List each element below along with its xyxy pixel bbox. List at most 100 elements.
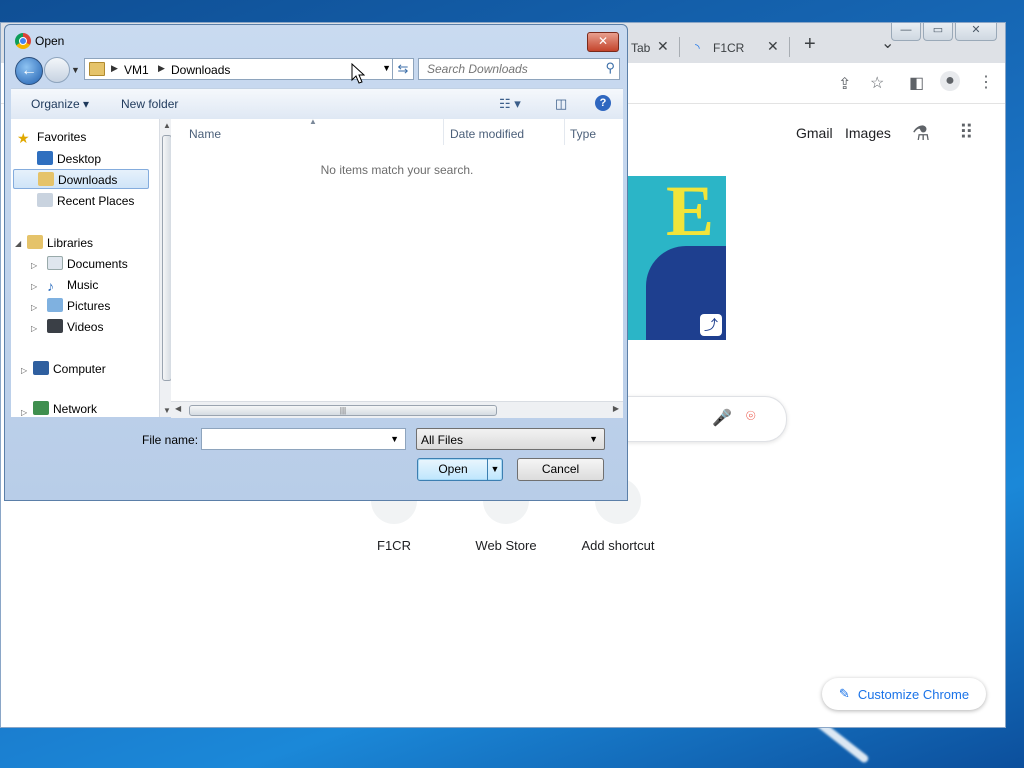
share-icon[interactable]: ⇪: [838, 74, 851, 94]
back-button[interactable]: ←: [15, 57, 43, 85]
cancel-button[interactable]: Cancel: [517, 458, 604, 481]
downloads-folder-icon: [38, 172, 54, 186]
nav-music[interactable]: ♪ Music: [47, 275, 98, 295]
organize-menu[interactable]: Organize ▾: [31, 97, 89, 111]
tab-separator: [679, 37, 680, 57]
nav-pictures[interactable]: Pictures: [47, 296, 110, 316]
bookmark-star-icon[interactable]: ☆: [870, 73, 884, 93]
desktop-icon: [37, 151, 53, 165]
file-name-label: File name:: [142, 433, 199, 447]
open-file-dialog: Open ✕ ← ▼ ▶ VM1 ▶ Downloads ▼ ⇆ ⚲ Organ…: [4, 24, 628, 501]
open-options-dropdown-icon[interactable]: ▼: [487, 459, 502, 480]
forward-button[interactable]: [44, 57, 70, 83]
tab-close-icon[interactable]: ✕: [657, 38, 669, 55]
nav-computer[interactable]: Computer: [33, 359, 106, 379]
labs-flask-icon[interactable]: ⚗: [912, 121, 930, 146]
chevron-right-icon[interactable]: ▶: [111, 63, 118, 74]
change-view-icon[interactable]: ☷ ▾: [499, 96, 521, 112]
collapsed-triangle-icon[interactable]: ▷: [21, 408, 27, 417]
tab-label-newtab[interactable]: Tab: [631, 41, 650, 55]
help-icon[interactable]: ?: [595, 95, 611, 111]
nav-favorites[interactable]: ★ Favorites: [17, 127, 86, 147]
search-input[interactable]: [425, 61, 599, 77]
customize-chrome-label: Customize Chrome: [857, 686, 970, 702]
nav-desktop[interactable]: Desktop: [37, 149, 101, 169]
google-search-box[interactable]: 🎤 ⌾: [626, 396, 787, 442]
shortcut-label[interactable]: F1CR: [339, 538, 449, 553]
breadcrumb-downloads[interactable]: Downloads: [171, 63, 230, 77]
scroll-right-arrow-icon[interactable]: ▶: [613, 404, 619, 413]
gmail-link[interactable]: Gmail: [796, 125, 833, 141]
customize-chrome-button[interactable]: ✎ Customize Chrome: [822, 678, 986, 710]
nav-downloads[interactable]: Downloads: [13, 169, 149, 189]
scroll-left-arrow-icon[interactable]: ◀: [175, 404, 181, 413]
file-type-dropdown-icon[interactable]: ▼: [589, 434, 598, 444]
tab-label-f1cr[interactable]: F1CR: [713, 41, 744, 55]
file-name-dropdown-icon[interactable]: ▼: [390, 434, 399, 444]
recent-locations-dropdown-icon[interactable]: ▼: [71, 65, 80, 75]
chevron-right-icon[interactable]: ▶: [158, 63, 165, 74]
collapsed-triangle-icon[interactable]: ▷: [31, 324, 37, 333]
google-doodle[interactable]: E ⤴: [626, 176, 726, 340]
folder-icon: [89, 62, 105, 76]
maximize-button[interactable]: ▭: [923, 23, 953, 41]
nav-videos[interactable]: Videos: [47, 317, 103, 337]
nav-label: Videos: [67, 320, 104, 334]
libraries-icon: [27, 235, 43, 249]
dialog-close-button[interactable]: ✕: [587, 32, 619, 52]
column-separator[interactable]: [564, 119, 565, 145]
close-button[interactable]: ✕: [955, 23, 997, 41]
column-header-date-modified[interactable]: Date modified: [450, 127, 524, 141]
collapsed-triangle-icon[interactable]: ▷: [31, 303, 37, 312]
breadcrumb-vm1[interactable]: VM1: [124, 63, 149, 77]
collapsed-triangle-icon[interactable]: ▷: [31, 282, 37, 291]
collapsed-triangle-icon[interactable]: ▷: [21, 366, 27, 375]
chrome-menu-icon[interactable]: ⋮: [978, 72, 994, 92]
new-folder-button[interactable]: New folder: [121, 97, 178, 111]
search-box[interactable]: ⚲: [418, 58, 620, 80]
scroll-down-arrow-icon[interactable]: ▼: [163, 406, 171, 415]
scroll-up-arrow-icon[interactable]: ▲: [163, 121, 171, 130]
tab-close-icon[interactable]: ✕: [767, 38, 779, 55]
open-button[interactable]: Open ▼: [417, 458, 503, 481]
new-tab-button[interactable]: +: [804, 33, 816, 56]
collapsed-triangle-icon[interactable]: ▷: [31, 261, 37, 270]
voice-search-mic-icon[interactable]: 🎤: [712, 408, 732, 428]
nav-label: Documents: [67, 257, 128, 271]
nav-libraries[interactable]: Libraries: [27, 233, 93, 253]
images-link[interactable]: Images: [845, 125, 891, 141]
shortcut-label[interactable]: Web Store: [451, 538, 561, 553]
refresh-icon[interactable]: ⇆: [392, 59, 413, 79]
address-dropdown-icon[interactable]: ▼: [382, 63, 391, 73]
column-header-type[interactable]: Type: [570, 127, 596, 141]
minimize-button[interactable]: —: [891, 23, 921, 41]
network-globe-icon: [33, 401, 49, 415]
file-name-input[interactable]: [206, 432, 380, 448]
column-separator[interactable]: [443, 119, 444, 145]
column-header-name[interactable]: Name: [189, 127, 221, 141]
nav-label: Libraries: [47, 236, 94, 250]
preview-pane-icon[interactable]: ◫: [555, 96, 567, 112]
search-icon[interactable]: ⚲: [605, 60, 615, 76]
nav-label: Pictures: [67, 299, 111, 313]
file-list-pane: Name ▲ Date modified Type No items match…: [171, 117, 623, 418]
nav-label: Music: [67, 278, 99, 292]
file-list-horizontal-scrollbar[interactable]: ◀ ||| ▶: [171, 401, 623, 418]
expanded-triangle-icon[interactable]: ◢: [15, 239, 21, 248]
lens-camera-icon[interactable]: ⌾: [746, 408, 756, 426]
loading-spinner-icon: ◝: [695, 41, 700, 55]
nav-recent-places[interactable]: Recent Places: [37, 191, 134, 211]
organize-label: Organize: [31, 97, 80, 111]
nav-label: Favorites: [37, 130, 87, 144]
nav-label: Network: [53, 402, 98, 416]
doodle-share-icon[interactable]: ⤴: [700, 314, 722, 336]
profile-avatar-icon[interactable]: ●: [940, 71, 960, 91]
apps-grid-icon[interactable]: ⠿: [959, 120, 974, 145]
file-name-combobox[interactable]: ▼: [201, 428, 406, 450]
nav-network[interactable]: Network: [33, 401, 97, 417]
side-panel-icon[interactable]: ◧: [909, 73, 924, 93]
horizontal-scroll-thumb[interactable]: |||: [189, 405, 497, 416]
nav-documents[interactable]: Documents: [47, 254, 128, 274]
file-type-select[interactable]: All Files ▼: [416, 428, 605, 450]
shortcut-label[interactable]: Add shortcut: [563, 538, 673, 553]
